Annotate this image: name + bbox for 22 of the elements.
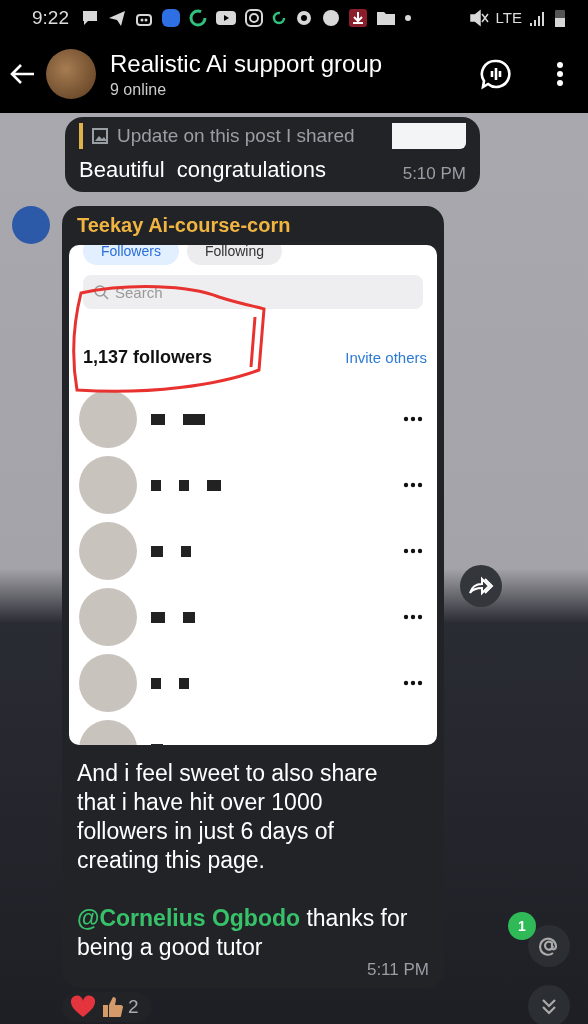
reply-text: Update on this post I shared [117,125,356,147]
message-text: Beautiful congratulations [79,156,327,184]
tab[interactable]: Following [186,245,283,265]
tab[interactable]: Followers [83,245,179,265]
search-field[interactable]: Search [83,275,423,309]
group-title[interactable]: Realistic Ai support group [110,49,470,78]
mention-link[interactable]: @Cornelius Ogbodo [77,905,301,931]
message-time: 5:11 PM [366,960,429,980]
follower-count: 1,137 followers [83,347,213,368]
invite-link[interactable]: Invite others [345,349,427,366]
sender-name[interactable]: Teekay Ai-course-corn [77,214,437,237]
message-text: @Cornelius Ogbodo thanks for being a good tutor [77,904,409,962]
screenshot-image[interactable]: Followers Following Search 1,137 followers Invite others [69,245,437,745]
reply-preview[interactable]: Update on this post I shared [79,123,466,149]
clock: 9:22 [32,6,69,29]
online-count: 9 online [110,80,168,99]
reactions-chip[interactable]: 2 [62,992,151,1022]
reaction-count: 2 [128,996,139,1018]
network-type: LTE [495,9,522,26]
unread-badge: 1 [508,912,536,940]
message-text: And i feel sweet to also share that i have hit over 1000 followers in just 6 days of creating this page. [77,759,379,875]
message-time: 5:10 PM [402,164,466,184]
